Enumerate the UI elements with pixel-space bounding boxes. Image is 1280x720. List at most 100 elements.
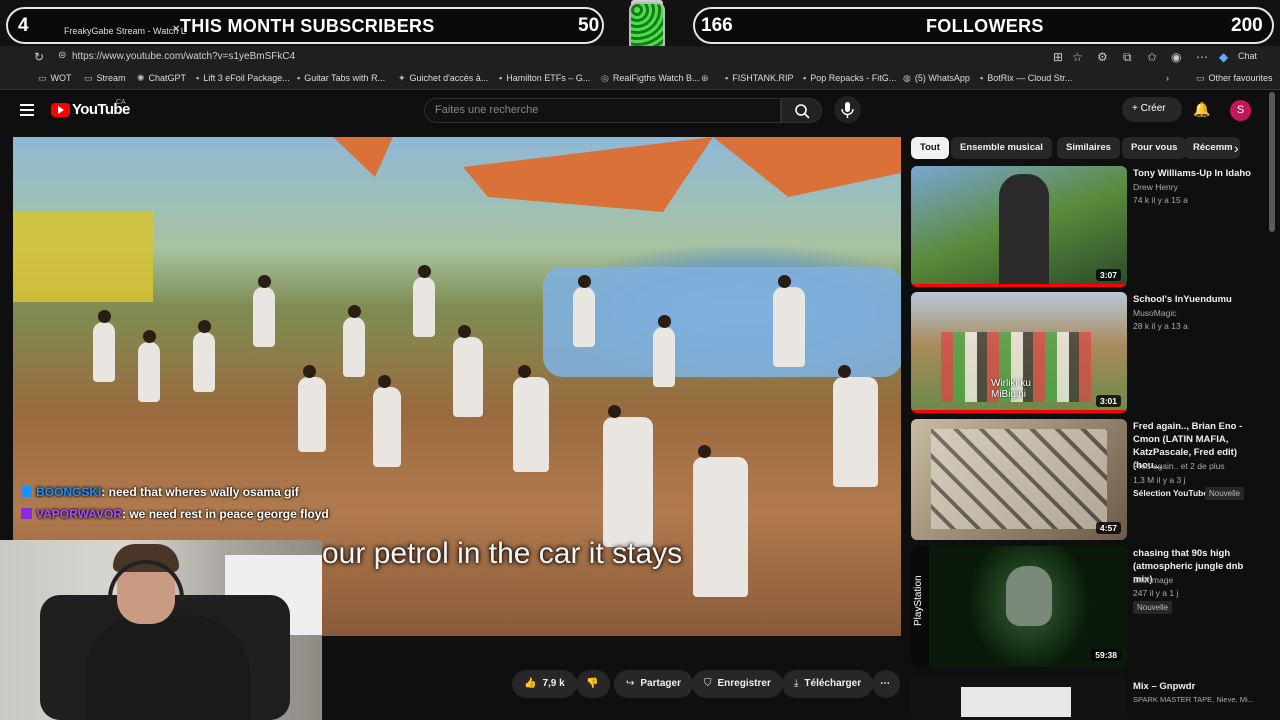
site-info-icon[interactable]: ⊜ (58, 50, 66, 61)
bookmark-item[interactable]: ⊕ (701, 73, 713, 84)
bookmark-item[interactable]: ▪ Lift 3 eFoil Package... (196, 73, 290, 83)
thumbnail-caption-art: Wirliki ku MiBigini (991, 378, 1031, 400)
refresh-icon[interactable]: ↻ (34, 50, 44, 64)
channel-name[interactable]: MusoMagic (1133, 308, 1176, 318)
other-favourites[interactable]: ▭ Other favourites (1196, 73, 1273, 84)
video-title[interactable]: Mix – Gnpwdr (1133, 680, 1263, 693)
bookmark-item[interactable]: ▭ WOT (38, 73, 72, 84)
tab-close-icon[interactable]: ✕ (172, 24, 180, 35)
folder-icon: ▭ (84, 73, 93, 83)
menu-icon[interactable] (20, 104, 34, 116)
share-button[interactable]: ↪ Partager (614, 670, 693, 698)
dancer (93, 310, 115, 382)
dancer (653, 315, 675, 387)
bookmark-item[interactable]: ◎ RealFigths Watch B... (601, 73, 700, 84)
followers-goal-bar: 166 FOLLOWERS 200 (693, 7, 1274, 44)
bookmarks-bar: ▭ WOT ▭ Stream ✺ ChatGPT ▪ Lift 3 eFoil Pack… (0, 68, 1280, 90)
bookmark-item[interactable]: ✺ ChatGPT (137, 73, 186, 84)
video-thumbnail[interactable]: 3:07 (911, 166, 1127, 287)
video-title[interactable]: School's InYuendumu (1133, 293, 1263, 306)
recommendation-item[interactable]: PlayStation 59:38 chasing that 90s high … (911, 546, 1271, 667)
globe-icon: ⊕ (701, 73, 709, 83)
dancer (373, 375, 401, 467)
profile-icon[interactable]: ◉ (1171, 50, 1181, 64)
address-bar-row: ↻ ⊜ https://www.youtube.com/watch?v=s1ye… (0, 46, 1280, 68)
thumbs-down-icon: 👎 (586, 678, 599, 689)
watch-progress-bar (911, 284, 1127, 287)
chip-ensemble-musical[interactable]: Ensemble musical (951, 137, 1052, 159)
bookmark-item[interactable]: ▭ Stream (84, 73, 126, 84)
duration-badge: 3:07 (1095, 269, 1121, 281)
browser-tab[interactable]: FreakyGabe Stream - Watch L (64, 26, 186, 36)
bookmark-item[interactable]: ▪ BotRix — Cloud Str... (980, 73, 1072, 83)
search-input[interactable]: Faites une recherche (424, 98, 781, 123)
favorite-star-icon[interactable]: ☆ (1072, 50, 1083, 64)
browser-tab-strip: FreakyGabe Stream - Watch L ✕ (40, 21, 640, 39)
duration-badge: 59:38 (1091, 649, 1121, 661)
bookmark-item[interactable]: ✦ Guichet d'accès à... (398, 73, 488, 84)
thumbnail-figure (999, 174, 1049, 287)
channel-name[interactable]: Drew Henry (1133, 182, 1178, 192)
subscribers-current: 4 (18, 15, 29, 36)
search-button[interactable] (781, 98, 822, 123)
video-title[interactable]: Tony Williams-Up In Idaho (1133, 167, 1263, 180)
apps-icon[interactable]: ⊞ (1053, 50, 1063, 64)
dancer (603, 405, 653, 547)
chevron-right-icon[interactable]: › (1234, 140, 1239, 156)
graffiti-wall (13, 212, 153, 302)
page-scrollbar[interactable] (1269, 92, 1275, 232)
dancer (513, 365, 549, 472)
voice-search-button[interactable] (834, 96, 861, 123)
split-screen-icon[interactable]: ⧉ (1123, 50, 1132, 65)
dancer (773, 275, 805, 367)
chat-button[interactable]: Chat (1238, 51, 1257, 61)
bookmark-item[interactable]: ◍ (5) WhatsApp (903, 73, 970, 84)
video-meta: 28 k il y a 13 a (1133, 321, 1188, 331)
favorites-icon[interactable]: ✩ (1147, 50, 1157, 64)
video-thumbnail[interactable] (911, 675, 1127, 720)
bookmark-item[interactable]: ▪ Guitar Tabs with R... (297, 73, 385, 83)
new-badge: Nouvelle (1133, 601, 1173, 614)
avatar[interactable]: S (1230, 100, 1251, 121)
video-meta: 1,3 M il y a 3 j (1133, 475, 1186, 485)
video-thumbnail[interactable]: PlayStation 59:38 (911, 546, 1127, 667)
download-button[interactable]: ⤓ Télécharger (782, 670, 874, 698)
create-button[interactable]: + Créer (1122, 97, 1182, 122)
webcam-overlay (0, 540, 322, 720)
video-meta: 247 il y a 1 j (1133, 588, 1179, 598)
site-icon: ✦ (398, 73, 406, 83)
notifications-bell-icon[interactable]: 🔔 (1193, 101, 1210, 118)
video-thumbnail[interactable]: 4:57 (911, 419, 1127, 540)
dislike-button[interactable]: 👎 (576, 670, 610, 698)
recommendation-item[interactable]: Mix – Gnpwdr SPARK MASTER TAPE, Nieve, M… (911, 675, 1271, 720)
channel-name[interactable]: Fred again.. et 2 de plus (1133, 461, 1225, 471)
dancer (193, 320, 215, 392)
save-button[interactable]: ⛉ Enregistrer (692, 670, 783, 698)
dancer (413, 265, 435, 337)
extensions-icon[interactable]: ⚙ (1097, 50, 1108, 64)
like-button[interactable]: 👍 7,9 k (512, 670, 577, 698)
bookmark-item[interactable]: ▪ FISHTANK.RIP (725, 73, 794, 83)
recommendation-item[interactable]: Wirliki ku MiBigini 3:01 School's InYuend… (911, 292, 1271, 413)
url-field[interactable]: https://www.youtube.com/watch?v=s1yeBmSF… (72, 51, 295, 62)
recommendation-item[interactable]: 3:07 Tony Williams-Up In Idaho Drew Henr… (911, 166, 1271, 287)
recommendation-item[interactable]: 4:57 Fred again.., Brian Eno - Cmon (LAT… (911, 419, 1271, 540)
copilot-icon[interactable]: ◆ (1219, 50, 1228, 64)
shade-sail (713, 137, 901, 197)
thumbnail-face (1006, 566, 1052, 626)
channel-name[interactable]: SPARK MASTER TAPE, Nieve, Mi... (1133, 695, 1254, 704)
chip-recemment[interactable]: Récemm (1184, 137, 1240, 159)
chip-all[interactable]: Tout (911, 137, 949, 159)
bookmark-item[interactable]: ▪ Pop Repacks - FitG... (803, 73, 896, 83)
more-actions-button[interactable]: ⋯ (872, 670, 900, 698)
chip-similaires[interactable]: Similaires (1057, 137, 1120, 159)
thumbnail-card (961, 687, 1071, 717)
chip-pour-vous[interactable]: Pour vous (1122, 137, 1187, 159)
bookmark-item[interactable]: ▪ Hamilton ETFs – G... (499, 73, 590, 83)
channel-name[interactable]: afterimage (1133, 575, 1173, 585)
youtube-logo-icon[interactable] (51, 103, 70, 117)
more-icon: ⋯ (880, 678, 890, 689)
bookmarks-overflow-icon[interactable]: › (1166, 73, 1169, 83)
more-menu-icon[interactable]: ⋯ (1196, 50, 1208, 64)
video-thumbnail[interactable]: Wirliki ku MiBigini 3:01 (911, 292, 1127, 413)
